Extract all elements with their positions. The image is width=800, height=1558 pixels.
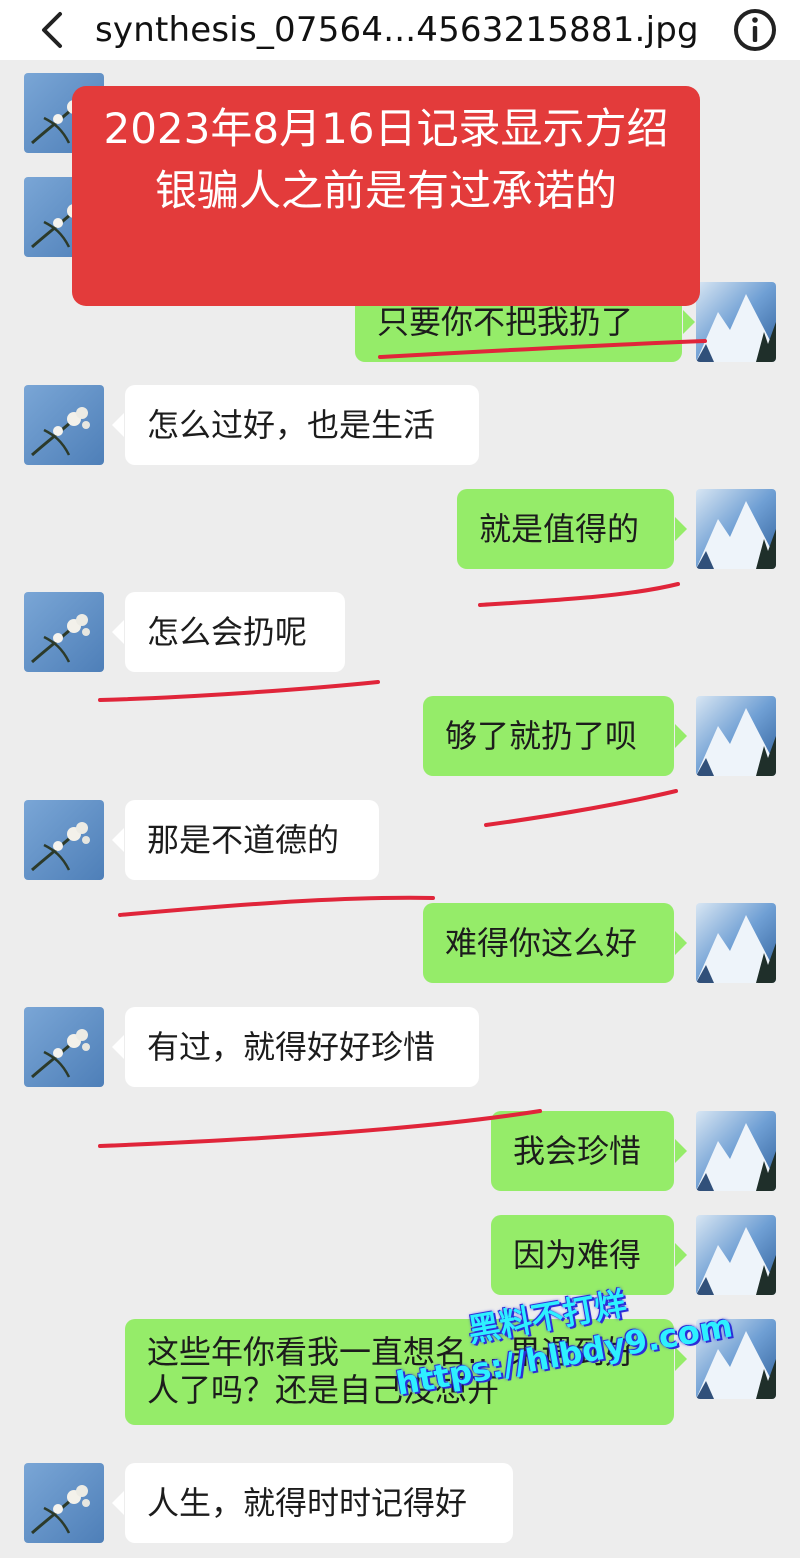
- caption-banner: 2023年8月16日记录显示方绍银骗人之前是有过承诺的: [72, 86, 700, 306]
- message-bubble-received[interactable]: 怎么会扔呢: [112, 592, 345, 672]
- file-name-title: synthesis_07564...4563215881.jpg: [95, 10, 699, 50]
- message-bubble-received[interactable]: 人生，就得时时记得好: [112, 1463, 513, 1543]
- message-bubble-sent[interactable]: 我会珍惜: [491, 1111, 687, 1191]
- info-icon[interactable]: [731, 6, 779, 54]
- avatar-self[interactable]: [696, 903, 776, 983]
- message-bubble-sent[interactable]: 难得你这么好: [423, 903, 687, 983]
- message-bubble-sent[interactable]: 就是值得的: [457, 489, 687, 569]
- message-bubble-received[interactable]: 有过，就得好好珍惜: [112, 1007, 479, 1087]
- underline-mark: [98, 680, 380, 702]
- avatar-self[interactable]: [696, 1111, 776, 1191]
- back-arrow-icon[interactable]: [30, 6, 78, 54]
- avatar-self[interactable]: [696, 282, 776, 362]
- avatar[interactable]: [24, 592, 104, 672]
- message-bubble-received[interactable]: 怎么过好，也是生活: [112, 385, 479, 465]
- underline-mark: [484, 789, 678, 827]
- avatar-self[interactable]: [696, 489, 776, 569]
- avatar[interactable]: [24, 1007, 104, 1087]
- underline-mark: [118, 895, 435, 917]
- avatar[interactable]: [24, 1463, 104, 1543]
- underline-mark: [98, 1109, 542, 1148]
- top-bar: synthesis_07564...4563215881.jpg: [0, 0, 800, 60]
- message-bubble-sent[interactable]: 够了就扔了呗: [423, 696, 687, 776]
- avatar-self[interactable]: [696, 696, 776, 776]
- avatar[interactable]: [24, 800, 104, 880]
- message-bubble-received[interactable]: 那是不道德的: [112, 800, 379, 880]
- underline-mark: [478, 582, 680, 607]
- avatar[interactable]: [24, 385, 104, 465]
